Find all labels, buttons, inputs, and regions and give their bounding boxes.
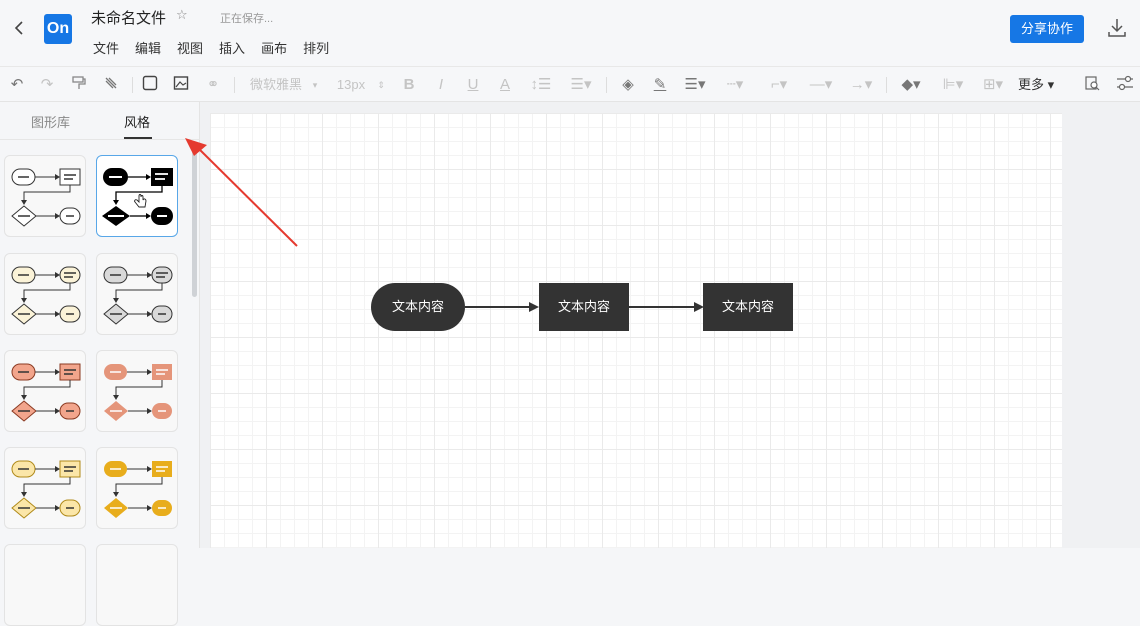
connector-type-icon[interactable]: ⌐▾ (764, 75, 794, 95)
menu-canvas[interactable]: 画布 (261, 38, 287, 57)
font-size-select[interactable]: 13px (334, 75, 368, 95)
line-width-icon[interactable]: ☰▾ (682, 75, 708, 95)
arrow-head-icon (529, 302, 539, 312)
clear-format-icon[interactable] (102, 75, 120, 95)
sidebar-scrollbar[interactable] (192, 147, 197, 297)
format-toolbar: ↶ ↷ ⚭ 微软雅黑 ▾ 13px ⇕ B I U A ↕☰ ☰▾ ◈ ✎ ☰▾… (0, 66, 1140, 102)
toolbar-divider (132, 77, 133, 93)
distribute-icon[interactable]: ⊞▾ (978, 75, 1008, 95)
image-icon[interactable] (172, 75, 190, 95)
toolbar-divider (234, 77, 235, 93)
flow-node-process-1[interactable]: 文本内容 (539, 283, 629, 331)
font-size-stepper-icon[interactable]: ⇕ (376, 75, 386, 95)
line-end-icon[interactable]: →▾ (846, 75, 876, 95)
style-card-salmon-outline[interactable] (4, 350, 86, 432)
line-start-icon[interactable]: —▾ (806, 75, 836, 95)
style-card-partial-2[interactable] (96, 544, 178, 626)
fill-color-icon[interactable]: ◈ (618, 75, 638, 95)
align-objects-icon[interactable]: ⊫▾ (938, 75, 968, 95)
find-icon[interactable] (1082, 75, 1102, 95)
left-sidebar: 图形库 风格 (0, 102, 200, 626)
align-icon[interactable]: ☰▾ (568, 75, 594, 95)
tab-shape-library[interactable]: 图形库 (31, 112, 70, 131)
style-card-gold-filled[interactable] (96, 447, 178, 529)
settings-panel-icon[interactable] (1114, 75, 1136, 95)
share-button[interactable]: 分享协作 (1010, 15, 1084, 43)
style-card-outline-white[interactable] (4, 155, 86, 237)
flow-connector-1[interactable] (465, 306, 531, 308)
menu-view[interactable]: 视图 (177, 38, 203, 57)
toolbar-divider (886, 77, 887, 93)
style-card-yellow-outline[interactable] (4, 447, 86, 529)
menu-file[interactable]: 文件 (93, 38, 119, 57)
style-card-cream[interactable] (4, 253, 86, 335)
menu-edit[interactable]: 编辑 (135, 38, 161, 57)
tab-style[interactable]: 风格 (124, 112, 150, 131)
shape-icon[interactable] (141, 75, 159, 95)
top-bar: On 未命名文件 ☆ 正在保存... 文件 编辑 视图 插入 画布 排列 分享协… (0, 0, 1140, 66)
sidebar-tabs: 图形库 风格 (0, 102, 200, 140)
active-tab-indicator (124, 137, 152, 139)
link-icon[interactable]: ⚭ (204, 75, 222, 95)
more-menu[interactable]: 更多 ▾ (1018, 75, 1064, 95)
style-card-gray[interactable] (96, 253, 178, 335)
menu-insert[interactable]: 插入 (219, 38, 245, 57)
canvas-area: 文本内容 文本内容 文本内容 (200, 102, 1140, 548)
line-dash-icon[interactable]: ┄▾ (722, 75, 748, 95)
main-menu: 文件 编辑 视图 插入 画布 排列 (93, 38, 329, 57)
redo-icon[interactable]: ↷ (38, 75, 56, 95)
flow-node-process-2[interactable]: 文本内容 (703, 283, 793, 331)
file-title[interactable]: 未命名文件 (91, 7, 166, 28)
flow-connector-2[interactable] (629, 306, 696, 308)
italic-icon[interactable]: I (432, 75, 450, 95)
bold-icon[interactable]: B (400, 75, 418, 95)
line-color-icon[interactable]: ✎ (650, 75, 670, 95)
saving-status: 正在保存... (220, 13, 274, 25)
line-height-icon[interactable]: ↕☰ (528, 75, 554, 95)
font-family-caret-icon[interactable]: ▾ (310, 75, 320, 95)
style-card-partial-1[interactable] (4, 544, 86, 626)
format-painter-icon[interactable] (70, 75, 88, 95)
toolbar-divider (606, 77, 607, 93)
flow-node-start[interactable]: 文本内容 (371, 283, 465, 331)
layer-icon[interactable]: ◆▾ (896, 75, 926, 95)
star-icon[interactable]: ☆ (176, 7, 188, 23)
underline-icon[interactable]: U (464, 75, 482, 95)
drawing-canvas[interactable]: 文本内容 文本内容 文本内容 (210, 113, 1062, 548)
font-family-select[interactable]: 微软雅黑 (247, 75, 305, 95)
text-color-icon[interactable]: A (496, 75, 514, 95)
back-icon[interactable] (12, 18, 26, 38)
style-card-salmon-filled[interactable] (96, 350, 178, 432)
style-card-black-selected[interactable] (96, 155, 178, 237)
menu-arrange[interactable]: 排列 (303, 38, 329, 57)
undo-icon[interactable]: ↶ (8, 75, 26, 95)
more-label: 更多 (1018, 77, 1045, 92)
download-icon[interactable] (1106, 16, 1128, 40)
app-logo[interactable]: On (44, 14, 72, 44)
